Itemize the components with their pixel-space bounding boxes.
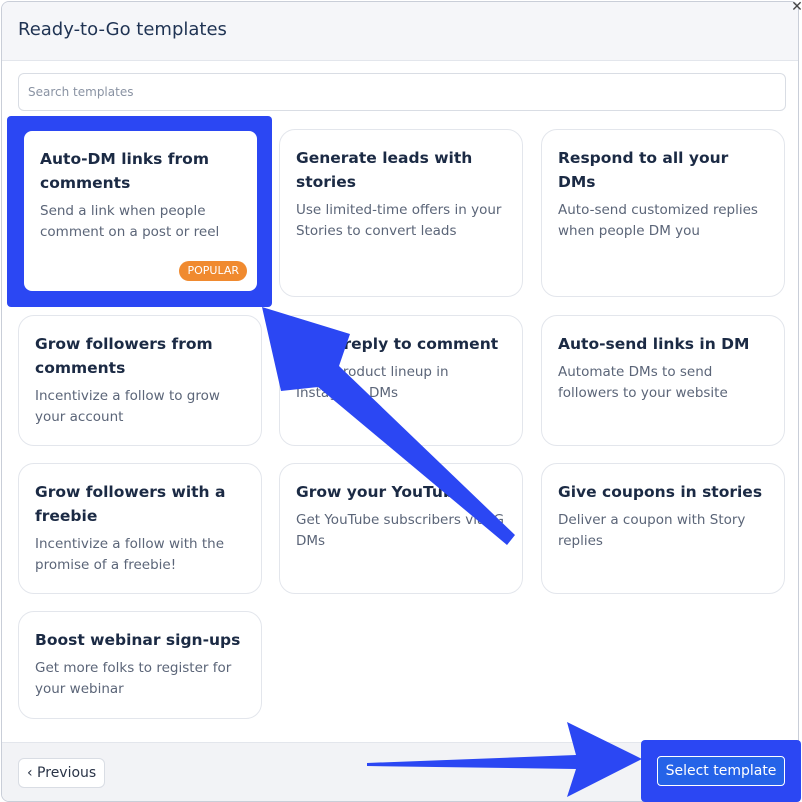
annotation-arrow-right: [367, 722, 642, 797]
annotation-arrow-up-left: [262, 307, 515, 545]
annotation-arrows: [262, 307, 642, 797]
